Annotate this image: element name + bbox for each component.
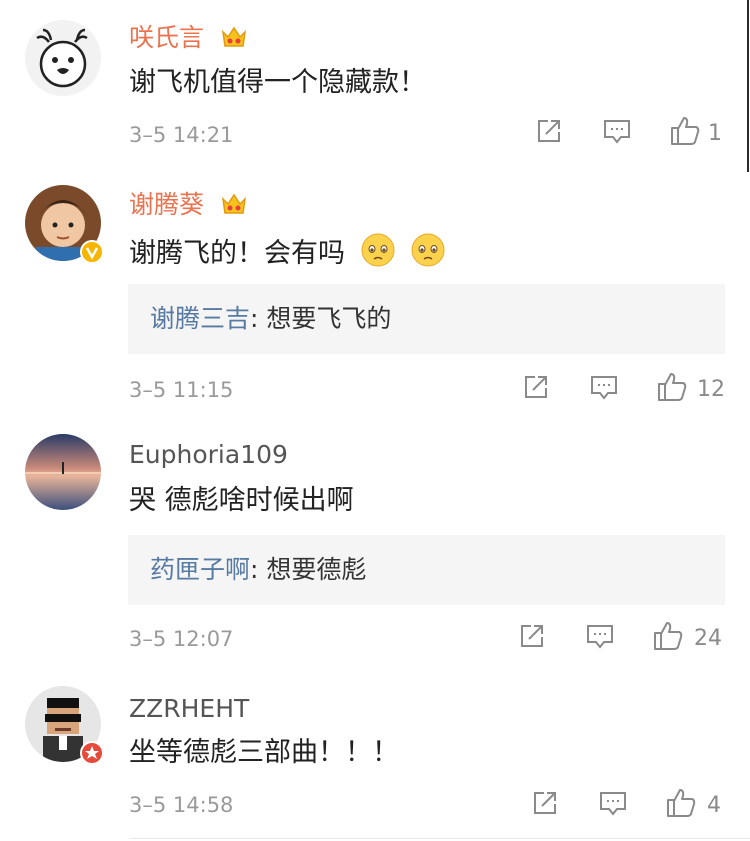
comment-button[interactable] [598, 788, 628, 822]
verified-badge-icon [80, 741, 104, 765]
thumbs-up-icon [671, 117, 700, 145]
comment-item: ZZRHEHT 坐等德彪三部曲！！！ 3–5 14:58 4 [0, 672, 750, 841]
like-count: 24 [694, 626, 722, 651]
like-button[interactable] [655, 370, 689, 408]
username[interactable]: 咲氏言 [129, 23, 248, 53]
sunset-lake-avatar-icon [25, 434, 101, 510]
like-button[interactable] [651, 619, 685, 657]
reply-username[interactable]: 谢腾三吉 [150, 304, 250, 333]
vip-crown-icon [221, 193, 247, 214]
comment-button[interactable] [585, 621, 615, 655]
reply-box[interactable]: 药匣子啊: 想要德彪 [128, 535, 725, 605]
reply-separator: : [250, 304, 267, 333]
username-text[interactable]: 咲氏言 [129, 23, 204, 52]
repost-button[interactable] [534, 116, 564, 150]
repost-button[interactable] [530, 788, 560, 822]
like-count: 1 [708, 121, 722, 146]
like-count: 12 [697, 377, 725, 402]
pleading-face-emoji [411, 233, 445, 267]
reply-text: 想要德彪 [266, 555, 367, 584]
comment-item: 咲氏言 谢飞机值得一个隐藏款！ 3–5 14:21 1 [0, 0, 750, 172]
comment-icon [591, 376, 617, 400]
comment-text-body: 谢腾飞的！会有吗 [129, 238, 345, 269]
reply-box[interactable]: 谢腾三吉: 想要飞飞的 [128, 284, 725, 354]
share-icon [525, 376, 547, 398]
comment-button[interactable] [602, 116, 632, 150]
like-button[interactable] [664, 786, 698, 824]
pleading-face-emoji [361, 233, 395, 267]
thumbs-up-icon [654, 622, 683, 650]
share-icon [521, 625, 543, 647]
comment-item: 谢腾葵 谢腾飞的！会有吗 谢腾三吉: 想要飞飞的 3–5 11:15 12 [0, 172, 750, 422]
share-icon [538, 120, 560, 142]
reply-username[interactable]: 药匣子啊 [150, 555, 250, 584]
like-count: 4 [707, 793, 721, 818]
comment-icon [604, 120, 630, 144]
like-button[interactable] [668, 114, 702, 152]
username-text[interactable]: ZZRHEHT [129, 694, 249, 723]
username-text[interactable]: Euphoria109 [129, 440, 288, 469]
username[interactable]: 谢腾葵 [129, 190, 248, 220]
divider [129, 838, 750, 839]
avatar[interactable] [25, 20, 101, 96]
comment-text: 谢飞机值得一个隐藏款！ [129, 67, 426, 98]
reply-text: 想要飞飞的 [266, 304, 392, 333]
comment-icon [600, 792, 626, 816]
comment-icon [587, 625, 613, 649]
cartoon-face-avatar-icon [25, 20, 101, 96]
repost-button[interactable] [521, 372, 551, 406]
thumbs-up-icon [667, 789, 696, 817]
reply-separator: : [250, 555, 267, 584]
share-icon [534, 792, 556, 814]
vip-crown-icon [221, 26, 247, 47]
repost-button[interactable] [517, 621, 547, 655]
username-text[interactable]: 谢腾葵 [129, 190, 204, 219]
thumbs-up-icon [658, 373, 687, 401]
comment-text: 谢腾飞的！会有吗 [129, 232, 446, 271]
divider [747, 0, 749, 172]
verified-badge-icon [80, 240, 104, 264]
comment-time: 3–5 12:07 [129, 627, 234, 651]
comment-item: Euphoria109 哭 德彪啥时候出啊 药匣子啊: 想要德彪 3–5 12:… [0, 422, 750, 672]
comment-time: 3–5 14:21 [129, 123, 234, 147]
avatar[interactable] [25, 686, 104, 765]
comment-button[interactable] [589, 372, 619, 406]
comment-time: 3–5 14:58 [129, 793, 234, 817]
comment-text: 哭 德彪啥时候出啊 [129, 485, 354, 516]
comment-time: 3–5 11:15 [129, 378, 234, 402]
avatar[interactable] [25, 185, 104, 264]
comment-text: 坐等德彪三部曲！！！ [129, 737, 399, 768]
avatar[interactable] [25, 434, 101, 510]
username[interactable]: Euphoria109 [129, 440, 288, 470]
username[interactable]: ZZRHEHT [129, 694, 249, 724]
